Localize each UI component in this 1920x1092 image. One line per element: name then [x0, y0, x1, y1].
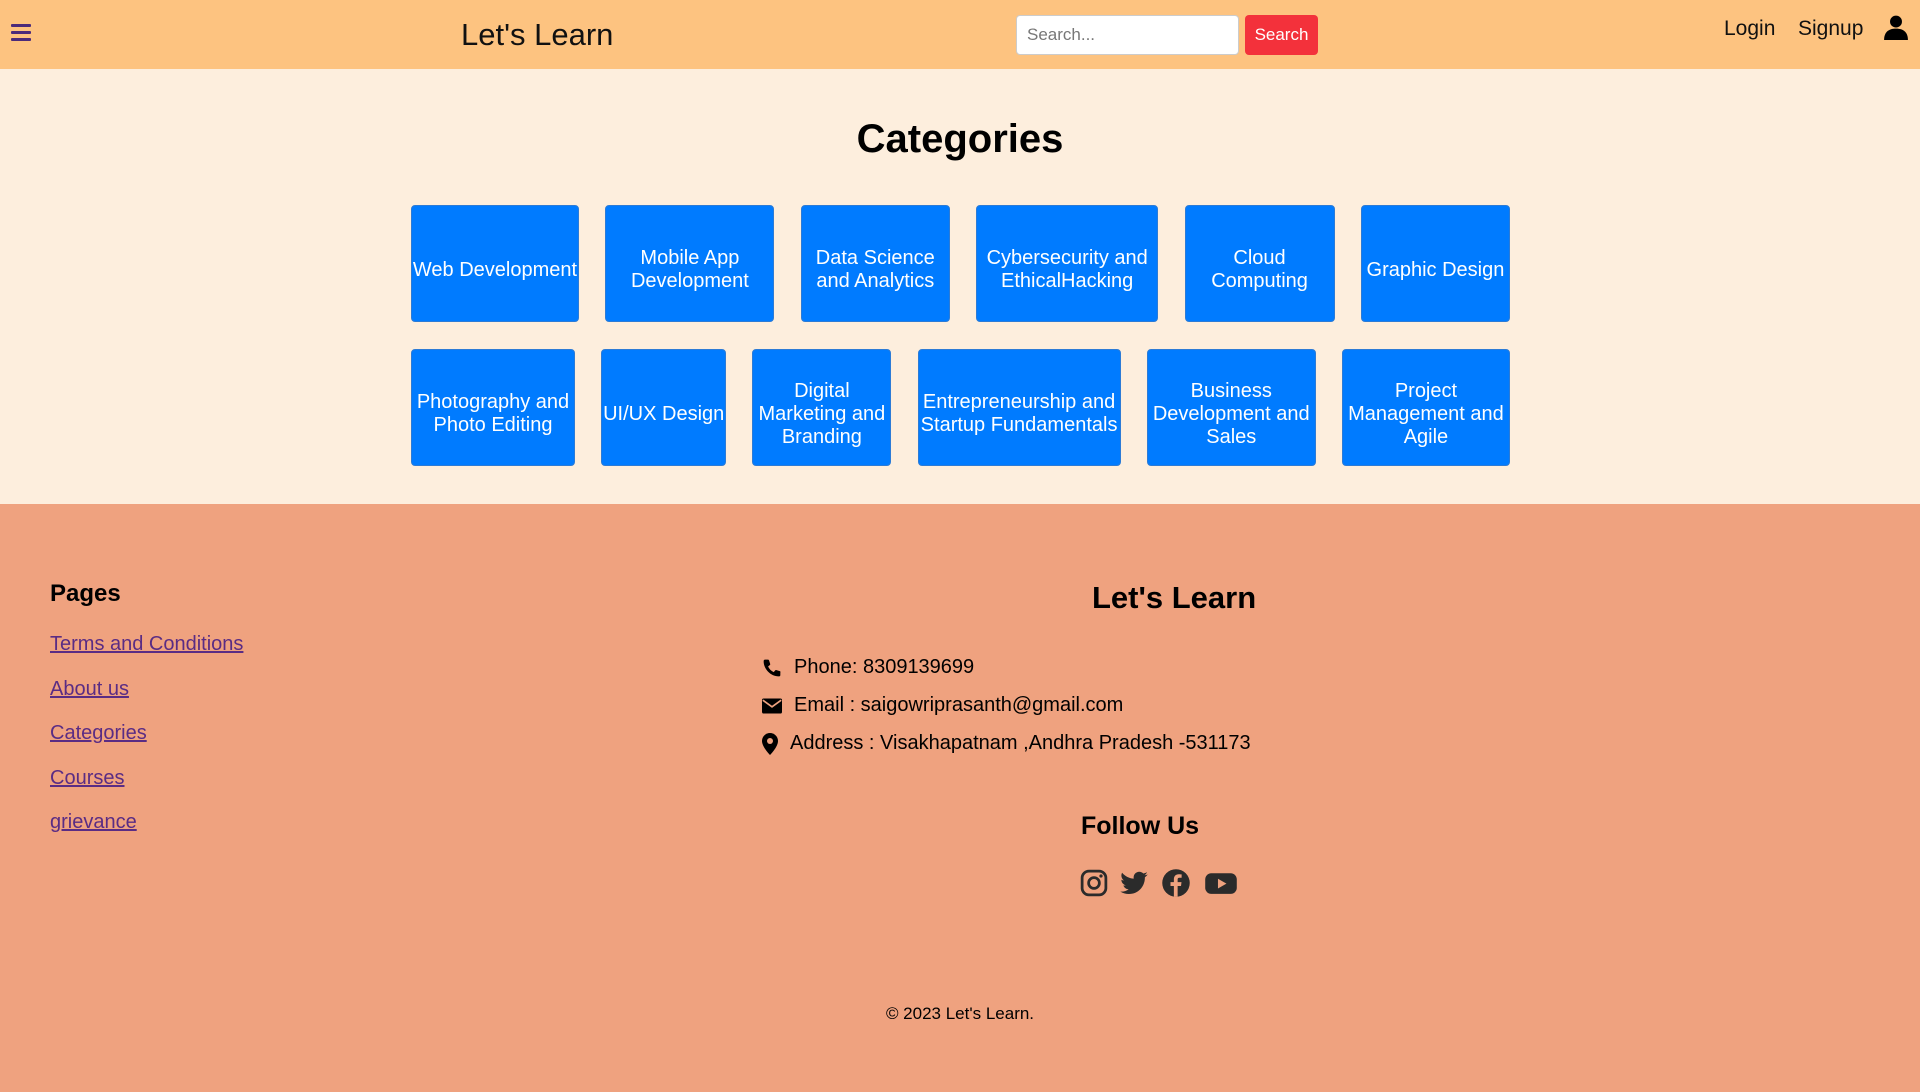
footer-brand: Let's Learn [1092, 580, 1257, 615]
address-text: Address : Visakhapatnam ,Andhra Pradesh … [790, 732, 1251, 754]
category-digital-marketing[interactable]: Digital Marketing and Branding [752, 349, 892, 466]
category-row-2: Photography and Photo Editing UI/UX Desi… [411, 349, 1510, 466]
phone-icon [763, 659, 781, 676]
category-mobile-app-development[interactable]: Mobile App Development [605, 205, 775, 322]
category-project-management[interactable]: Project Management and Agile [1341, 349, 1510, 466]
top-navbar: Let's Learn Search Login Signup [0, 0, 1920, 69]
categories-heading: Categories [856, 117, 1064, 161]
hamburger-menu-icon[interactable] [11, 24, 31, 43]
link-terms-and-conditions[interactable]: Terms and Conditions [50, 633, 243, 656]
category-data-science[interactable]: Data Science and Analytics [800, 205, 950, 322]
pages-heading: Pages [50, 580, 121, 607]
link-about-us[interactable]: About us [50, 678, 129, 701]
user-icon[interactable] [1883, 14, 1909, 40]
link-categories[interactable]: Categories [50, 722, 147, 745]
email-text: Email : saigowriprasanth@gmail.com [794, 694, 1124, 716]
envelope-icon [762, 698, 782, 713]
category-web-development[interactable]: Web Development [411, 205, 579, 322]
follow-us-heading: Follow Us [1081, 812, 1200, 840]
category-entrepreneurship[interactable]: Entrepreneurship and Startup Fundamental… [917, 349, 1121, 466]
email-row: Email : saigowriprasanth@gmail.com [762, 694, 1123, 717]
category-cloud-computing[interactable]: Cloud Computing [1184, 205, 1335, 322]
location-pin-icon [762, 732, 778, 755]
category-business-development[interactable]: Business Development and Sales [1146, 349, 1316, 466]
youtube-icon[interactable] [1204, 868, 1238, 898]
copyright-text: © 2023 Let's Learn. [885, 1004, 1035, 1023]
category-row-1: Web Development Mobile App Development D… [411, 205, 1510, 322]
link-grievance[interactable]: grievance [50, 811, 137, 834]
instagram-icon[interactable] [1079, 868, 1109, 898]
phone-text: Phone: 8309139699 [794, 656, 975, 678]
category-cybersecurity[interactable]: Cybersecurity and EthicalHacking [976, 205, 1159, 322]
login-link[interactable]: Login [1724, 17, 1775, 41]
category-photography[interactable]: Photography and Photo Editing [411, 349, 575, 466]
signup-link[interactable]: Signup [1798, 17, 1863, 41]
address-row: Address : Visakhapatnam ,Andhra Pradesh … [762, 732, 1251, 755]
search-button[interactable]: Search [1245, 15, 1318, 55]
search-input[interactable] [1016, 15, 1239, 55]
phone-row: Phone: 8309139699 [762, 656, 974, 679]
category-ui-ux-design[interactable]: UI/UX Design [601, 349, 727, 466]
link-courses[interactable]: Courses [50, 767, 124, 790]
facebook-icon[interactable] [1161, 868, 1191, 898]
twitter-icon[interactable] [1119, 868, 1149, 898]
category-graphic-design[interactable]: Graphic Design [1360, 205, 1510, 322]
footer: Pages Terms and Conditions About us Cate… [0, 504, 1920, 1092]
brand-title[interactable]: Let's Learn [461, 17, 613, 53]
